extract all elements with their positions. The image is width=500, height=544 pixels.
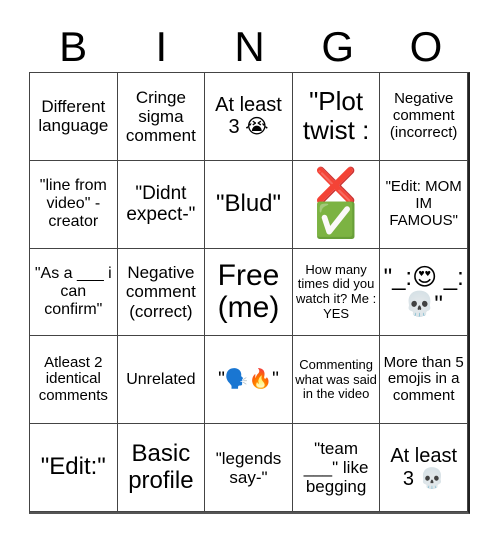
bingo-cell[interactable]: "line from video" -creator <box>30 160 118 249</box>
bingo-cell[interactable]: "Edit:" <box>30 424 118 512</box>
bingo-cell[interactable]: "Plot twist : <box>292 73 381 161</box>
bingo-cell[interactable]: "_:😍 _:💀" <box>380 248 468 337</box>
bingo-cell[interactable]: ❌ ✅ <box>292 160 381 249</box>
header-letter-b: B <box>59 23 88 70</box>
bingo-cell[interactable]: Unrelated <box>117 336 206 425</box>
bingo-cell[interactable]: "Edit: MOM IM FAMOUS" <box>380 160 468 249</box>
bingo-cell[interactable]: "Didnt expect-" <box>117 160 206 249</box>
bingo-cell[interactable]: "team ___" like begging <box>292 424 381 512</box>
bingo-cell[interactable]: Cringe sigma comment <box>117 73 206 161</box>
bingo-cell[interactable]: Different language <box>30 73 118 161</box>
bingo-cell[interactable]: "🗣️🔥" <box>205 336 293 425</box>
bingo-cell[interactable]: At least 3 😭 <box>205 73 293 161</box>
header-letter-g: G <box>321 23 355 70</box>
free-space[interactable]: Free (me) <box>205 248 293 337</box>
bingo-cell[interactable]: More than 5 emojis in a comment <box>380 336 468 425</box>
bingo-cell[interactable]: Basic profile <box>117 424 206 512</box>
header-letter-i: I <box>155 23 168 70</box>
bingo-board: Different language Cringe sigma comment … <box>29 72 470 514</box>
bingo-cell[interactable]: "As a ___ i can confirm" <box>30 248 118 337</box>
bingo-header: B I N G O <box>29 22 470 72</box>
header-letter-o: O <box>409 23 443 70</box>
bingo-cell[interactable]: How many times did you watch it? Me : YE… <box>292 248 381 337</box>
bingo-cell[interactable]: Negative comment (correct) <box>117 248 206 337</box>
bingo-cell[interactable]: Atleast 2 identical comments <box>30 336 118 425</box>
bingo-cell[interactable]: Commenting what was said in the video <box>292 336 381 425</box>
bingo-cell[interactable]: "Blud" <box>205 160 293 249</box>
bingo-cell[interactable]: "legends say-" <box>205 424 293 512</box>
header-letter-n: N <box>234 23 265 70</box>
bingo-cell[interactable]: Negative comment (incorrect) <box>380 73 468 161</box>
bingo-cell[interactable]: At least 3 💀 <box>380 424 468 512</box>
